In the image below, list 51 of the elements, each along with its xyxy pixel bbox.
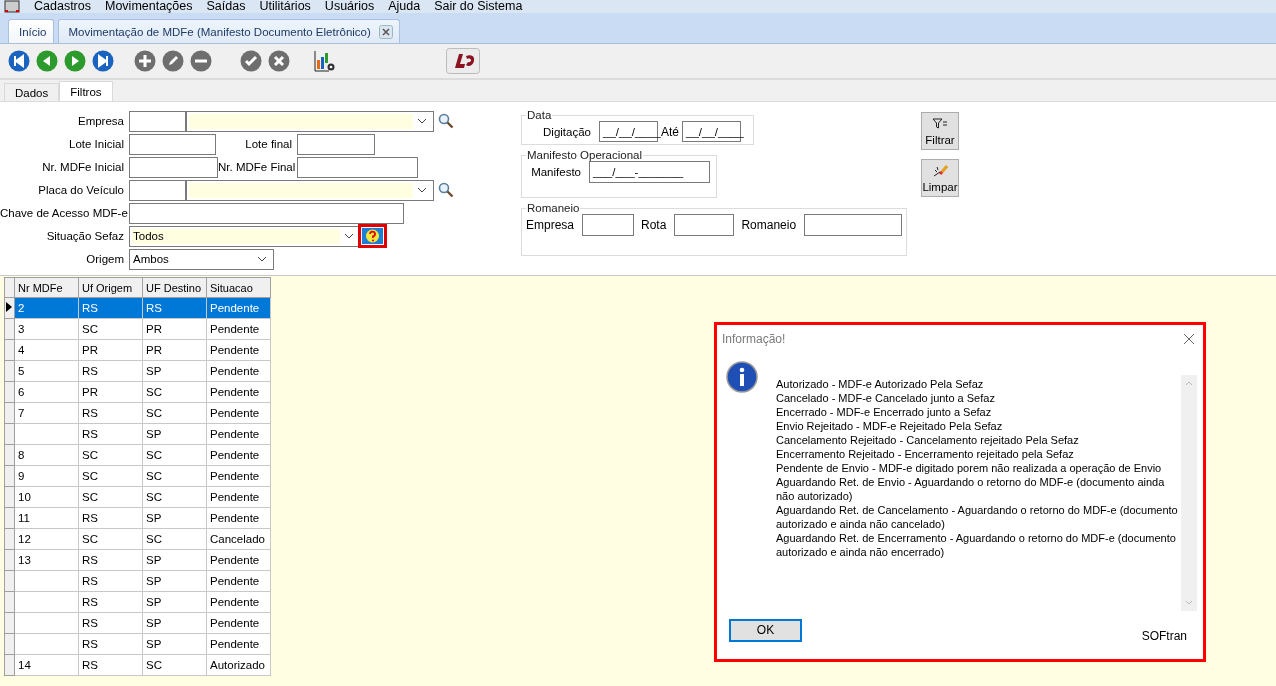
brand-label: SOFtran	[1141, 629, 1187, 643]
menu-item[interactable]: Utilitários	[259, 0, 311, 13]
field-label: Placa do Veículo	[37, 184, 125, 196]
field-label: Rota	[641, 218, 667, 232]
field-label: Romaneio	[741, 218, 797, 232]
filter-button[interactable]: Filtrar	[921, 112, 959, 150]
column-header: Nr MDFe	[14, 277, 79, 298]
tab[interactable]: Filtros	[59, 81, 113, 101]
field-label: Digitação	[542, 125, 592, 138]
dialog-title: Informação!	[722, 332, 786, 346]
group-title: Data	[526, 109, 553, 121]
field-label: Manifesto	[530, 166, 582, 178]
message-line: Pendente de Envio - MDF-e digitado porem não realizada a operação de Envio	[776, 461, 1163, 475]
field-label: Situação Sefaz	[45, 230, 125, 242]
dropdown-field[interactable]: Todos	[129, 225, 361, 247]
message-line: Aguardando Ret. de Cancelamento - Aguardando o retorno do MDF-e (documento autorizado e ainda não cancelado)	[776, 503, 1179, 531]
column-header: Situacao	[206, 277, 271, 298]
field-label: Nr. MDFe Final	[218, 161, 297, 173]
menu-item[interactable]: Sair do Sistema	[434, 0, 523, 13]
message-line: Encerramento Rejeitado - Encerramento rejeitado pela Sefaz	[776, 447, 1075, 461]
group-title: Romaneio	[526, 202, 581, 214]
field-label: Chave de Acesso MDF-e	[0, 207, 129, 219]
menu-item[interactable]: Movimentações	[105, 0, 193, 13]
message-line: Envio Rejeitado - MDF-e Rejeitado Pela Sefaz	[776, 419, 1004, 433]
field-label: Empresa	[76, 115, 125, 127]
input-field[interactable]: ___/___-_______	[589, 161, 710, 183]
ok-button[interactable]: OK	[729, 618, 802, 642]
menu-item[interactable]: Usuários	[324, 0, 375, 13]
message-line: Cancelamento Rejeitado - Cancelamento rejeitado Pela Sefaz	[776, 433, 1080, 447]
column-header: UF Destino	[142, 277, 207, 298]
tab[interactable]: Início	[8, 19, 54, 43]
message-line: Autorizado - MDF-e Autorizado Pela Sefaz	[776, 377, 985, 391]
field-label: Lote Inicial	[68, 138, 125, 150]
field-label: Origem	[85, 253, 125, 265]
message-line: Encerrado - MDF-e Encerrado junto a Sefaz	[776, 405, 993, 419]
message-line: Aguardando Ret. de Envio - Aguardando o retorno do MDF-e (documento ainda não autorizado)	[776, 475, 1166, 503]
menu-item[interactable]: Saídas	[206, 0, 246, 13]
message-line: Aguardando Ret. de Encerramento - Aguardando o retorno do MDF-e (documento autorizado e ainda não encerrado)	[776, 531, 1177, 559]
field-label: Lote final	[244, 138, 293, 150]
group-title: Manifesto Operacional	[526, 149, 644, 161]
field-label: Nr. MDFe Inicial	[41, 161, 125, 173]
field-label: Empresa	[526, 218, 575, 232]
dropdown-field[interactable]: Ambos	[129, 248, 274, 270]
tab[interactable]: Dados	[4, 83, 60, 101]
clear-button[interactable]: Limpar	[921, 159, 959, 197]
menu-item[interactable]: Ajuda	[388, 0, 421, 13]
message-line: Cancelado - MDF-e Cancelado junto a Sefaz	[776, 391, 996, 405]
tab[interactable]: Movimentação de MDFe (Manifesto Documento Eletrônico)	[57, 19, 400, 43]
column-header: Uf Origem	[78, 277, 143, 298]
menu-item[interactable]: Cadastros	[34, 0, 91, 13]
field-label: Até	[661, 124, 679, 139]
